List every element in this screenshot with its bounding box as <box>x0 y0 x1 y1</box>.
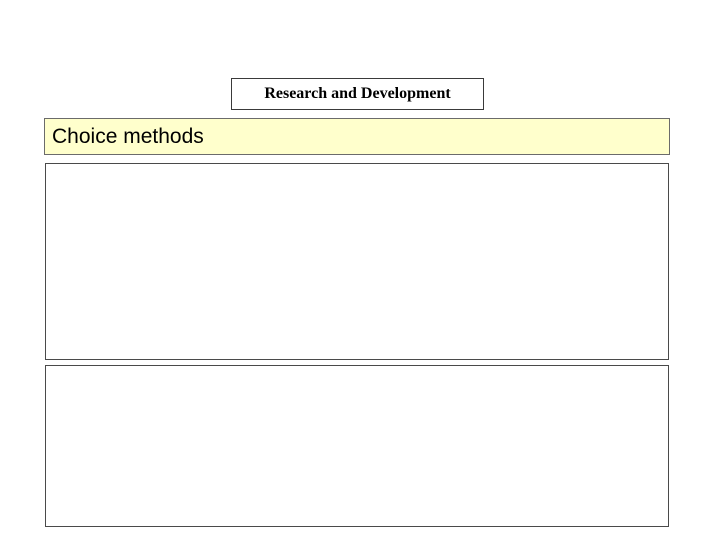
slide-title: Choice methods <box>52 124 204 148</box>
section-heading-box: Research and Development <box>231 78 484 110</box>
content-panel-bottom <box>45 365 669 527</box>
slide: Research and Development Choice methods <box>0 0 720 540</box>
slide-title-bar: Choice methods <box>44 118 670 155</box>
content-panel-top <box>45 163 669 360</box>
section-heading: Research and Development <box>264 85 451 102</box>
